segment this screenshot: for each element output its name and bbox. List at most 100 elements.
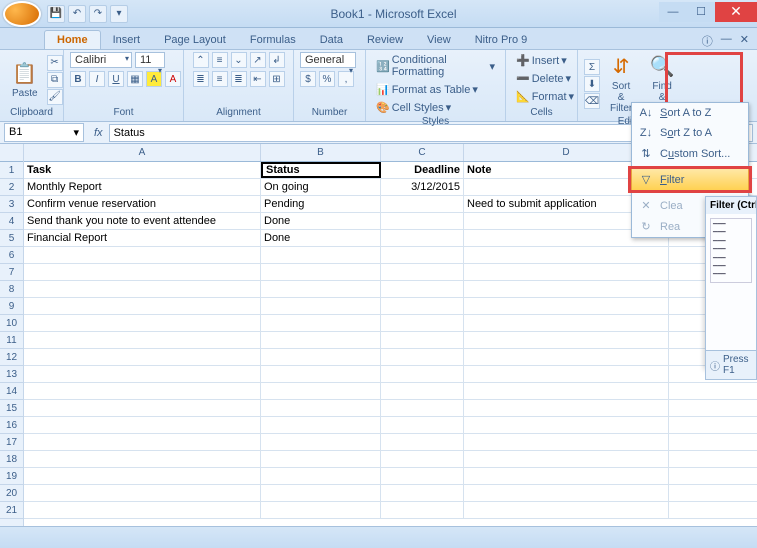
row-header[interactable]: 15: [0, 400, 23, 417]
cell[interactable]: [24, 434, 261, 450]
font-name-combo[interactable]: Calibri: [70, 52, 132, 68]
cell[interactable]: [261, 264, 381, 280]
row-header[interactable]: 11: [0, 332, 23, 349]
cell[interactable]: [381, 332, 464, 348]
cell[interactable]: [464, 247, 669, 263]
cell[interactable]: Monthly Report: [24, 179, 261, 195]
tab-insert[interactable]: Insert: [101, 31, 153, 49]
cell[interactable]: [381, 315, 464, 331]
menu-sort-a-to-z[interactable]: A↓Sort A to Z: [632, 103, 748, 123]
row-header[interactable]: 4: [0, 213, 23, 230]
cell-styles-button[interactable]: 🎨 Cell Styles ▾: [372, 99, 455, 116]
cell[interactable]: [381, 400, 464, 416]
cell[interactable]: Pending: [261, 196, 381, 212]
cell[interactable]: [464, 485, 669, 501]
cell[interactable]: [261, 451, 381, 467]
cell[interactable]: [381, 417, 464, 433]
cell[interactable]: [381, 383, 464, 399]
cell[interactable]: Done: [261, 230, 381, 246]
cell[interactable]: [464, 451, 669, 467]
ribbon-minimize[interactable]: —: [721, 33, 732, 49]
tab-formulas[interactable]: Formulas: [238, 31, 308, 49]
italic-button[interactable]: I: [89, 71, 105, 87]
row-header[interactable]: 6: [0, 247, 23, 264]
row-header[interactable]: 12: [0, 349, 23, 366]
insert-cells-button[interactable]: ➕ Insert ▾: [512, 52, 571, 69]
row-header[interactable]: 8: [0, 281, 23, 298]
minimize-button[interactable]: —: [659, 2, 687, 22]
tab-data[interactable]: Data: [308, 31, 355, 49]
cell[interactable]: Send thank you note to event attendee: [24, 213, 261, 229]
cell[interactable]: [381, 264, 464, 280]
ribbon-close[interactable]: ✕: [740, 33, 749, 49]
cell[interactable]: Status: [261, 162, 381, 178]
tab-nitro[interactable]: Nitro Pro 9: [463, 31, 540, 49]
cell[interactable]: [24, 281, 261, 297]
row-header[interactable]: 1: [0, 162, 23, 179]
cell[interactable]: [261, 281, 381, 297]
cell[interactable]: [261, 349, 381, 365]
autosum-button[interactable]: Σ: [584, 59, 600, 75]
tab-home[interactable]: Home: [44, 30, 101, 49]
cell[interactable]: [24, 264, 261, 280]
col-header-b[interactable]: B: [261, 144, 381, 161]
cell[interactable]: [381, 485, 464, 501]
qat-customize[interactable]: ▾: [110, 5, 128, 23]
cell[interactable]: Task: [24, 162, 261, 178]
menu-filter[interactable]: ▽Filter: [631, 168, 749, 191]
cell[interactable]: [261, 434, 381, 450]
cell[interactable]: [24, 417, 261, 433]
qat-save[interactable]: 💾: [47, 5, 65, 23]
maximize-button[interactable]: ☐: [687, 2, 715, 22]
cell[interactable]: [464, 434, 669, 450]
align-bottom[interactable]: ⌄: [231, 52, 247, 68]
cell[interactable]: [464, 332, 669, 348]
cell[interactable]: [261, 332, 381, 348]
cell[interactable]: [261, 247, 381, 263]
col-header-c[interactable]: C: [381, 144, 464, 161]
cell[interactable]: Done: [261, 213, 381, 229]
row-header[interactable]: 2: [0, 179, 23, 196]
cell[interactable]: [464, 315, 669, 331]
select-all-corner[interactable]: [0, 144, 23, 162]
cell[interactable]: [261, 366, 381, 382]
cell[interactable]: Deadline: [381, 162, 464, 178]
cell[interactable]: [24, 332, 261, 348]
qat-redo[interactable]: ↷: [89, 5, 107, 23]
format-cells-button[interactable]: 📐 Format ▾: [512, 88, 578, 105]
clear-button[interactable]: ⌫: [584, 93, 600, 109]
cell[interactable]: On going: [261, 179, 381, 195]
align-middle[interactable]: ≡: [212, 52, 228, 68]
font-color-button[interactable]: A: [165, 71, 181, 87]
row-header[interactable]: 14: [0, 383, 23, 400]
format-as-table-button[interactable]: 📊 Format as Table ▾: [372, 81, 482, 98]
tab-review[interactable]: Review: [355, 31, 415, 49]
decrease-indent[interactable]: ⇤: [250, 71, 266, 87]
name-box[interactable]: B1▾: [4, 123, 84, 142]
cell[interactable]: [381, 230, 464, 246]
cell[interactable]: [381, 468, 464, 484]
cell[interactable]: [24, 451, 261, 467]
orientation[interactable]: ↗: [250, 52, 266, 68]
cell[interactable]: [24, 315, 261, 331]
cell[interactable]: [261, 502, 381, 518]
cell[interactable]: [381, 349, 464, 365]
copy-button[interactable]: ⧉: [47, 72, 63, 88]
cell[interactable]: [381, 434, 464, 450]
delete-cells-button[interactable]: ➖ Delete ▾: [512, 70, 575, 87]
merge-center[interactable]: ⊞: [269, 71, 285, 87]
cell[interactable]: [261, 315, 381, 331]
cell[interactable]: [464, 468, 669, 484]
row-header[interactable]: 19: [0, 468, 23, 485]
cell[interactable]: [24, 400, 261, 416]
cell[interactable]: [24, 383, 261, 399]
row-header[interactable]: 18: [0, 451, 23, 468]
row-header[interactable]: 3: [0, 196, 23, 213]
percent-button[interactable]: %: [319, 71, 335, 87]
cell[interactable]: [464, 383, 669, 399]
font-size-combo[interactable]: 11: [135, 52, 165, 68]
row-header[interactable]: 7: [0, 264, 23, 281]
cell[interactable]: 3/12/2015: [381, 179, 464, 195]
cell[interactable]: [464, 264, 669, 280]
cell[interactable]: [381, 196, 464, 212]
